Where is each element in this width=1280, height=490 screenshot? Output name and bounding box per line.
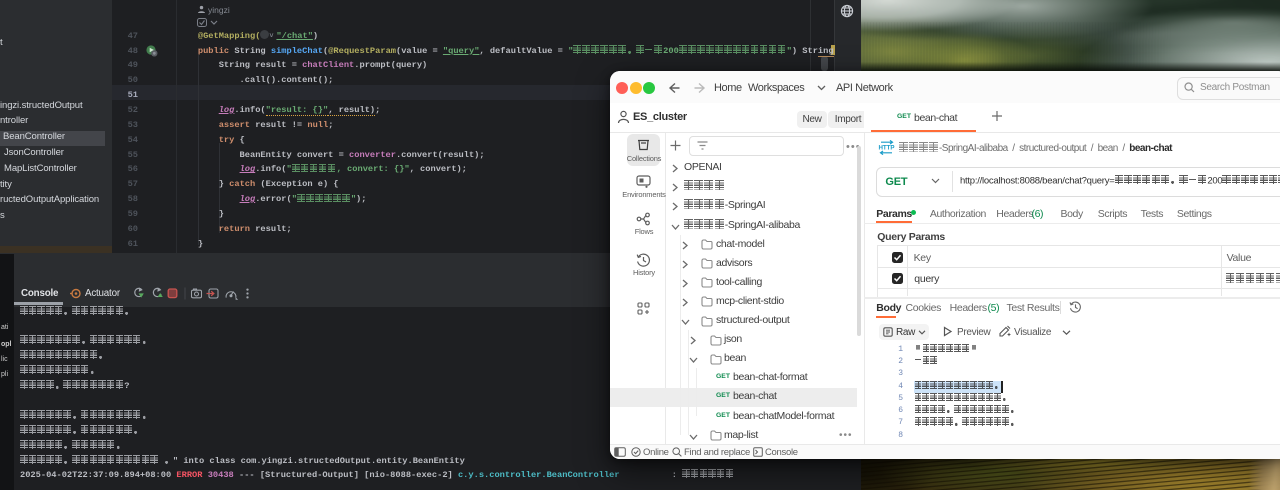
svg-text:HTTP: HTTP: [879, 145, 895, 152]
